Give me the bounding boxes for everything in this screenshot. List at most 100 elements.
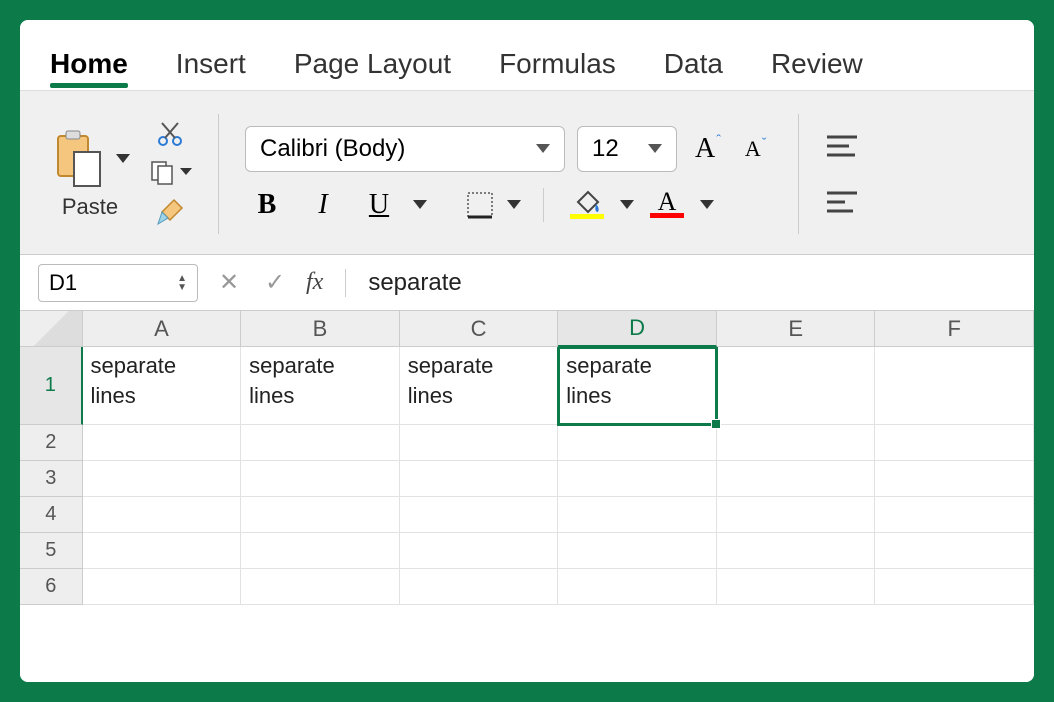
cell-D4[interactable] (558, 497, 717, 533)
underline-button[interactable]: U (357, 189, 401, 221)
name-box-spinner[interactable]: ▲▼ (177, 274, 187, 292)
name-box[interactable]: D1 ▲▼ (38, 264, 198, 302)
cell-C1[interactable]: separate lines (400, 347, 559, 425)
font-size-dropdown[interactable]: 12 (577, 126, 677, 172)
copy-icon (148, 158, 176, 186)
cell-D2[interactable] (558, 425, 717, 461)
col-header-B[interactable]: B (241, 311, 400, 347)
formula-divider (345, 269, 346, 297)
cell-B4[interactable] (241, 497, 400, 533)
chevron-down-icon[interactable] (700, 200, 714, 210)
cell-F6[interactable] (875, 569, 1034, 605)
cell-E6[interactable] (717, 569, 876, 605)
font-color-button[interactable]: A (646, 191, 688, 218)
chevron-down-icon[interactable] (413, 200, 427, 210)
cell-F3[interactable] (875, 461, 1034, 497)
align-top-button[interactable] (825, 133, 859, 159)
clipboard-mini-buttons (148, 120, 192, 228)
row-header-5[interactable]: 5 (20, 533, 83, 569)
cell-E5[interactable] (717, 533, 876, 569)
cell-A2[interactable] (83, 425, 242, 461)
cell-A5[interactable] (83, 533, 242, 569)
font-name-dropdown[interactable]: Calibri (Body) (245, 126, 565, 172)
font-group: Calibri (Body) 12 Aˆ Aˇ B I U (245, 126, 772, 222)
bold-button[interactable]: B (245, 189, 289, 221)
col-header-F[interactable]: F (875, 311, 1034, 347)
cell-A4[interactable] (83, 497, 242, 533)
col-header-A[interactable]: A (83, 311, 242, 347)
row-header-3[interactable]: 3 (20, 461, 83, 497)
cell-E3[interactable] (717, 461, 876, 497)
tab-formulas[interactable]: Formulas (499, 48, 616, 90)
cell-A6[interactable] (83, 569, 242, 605)
cell-C3[interactable] (400, 461, 559, 497)
excel-window: Home Insert Page Layout Formulas Data Re… (20, 20, 1034, 682)
tab-home[interactable]: Home (50, 48, 128, 90)
mini-divider (543, 188, 544, 222)
cell-B5[interactable] (241, 533, 400, 569)
chevron-down-icon[interactable] (620, 200, 634, 210)
format-painter-button[interactable] (154, 196, 186, 228)
cell-C5[interactable] (400, 533, 559, 569)
copy-button[interactable] (148, 158, 192, 186)
borders-icon (465, 190, 495, 220)
cancel-formula-button[interactable]: ✕ (214, 268, 244, 297)
cell-C6[interactable] (400, 569, 559, 605)
col-header-C[interactable]: C (400, 311, 559, 347)
cell-E4[interactable] (717, 497, 876, 533)
tab-page-layout[interactable]: Page Layout (294, 48, 451, 90)
cell-F4[interactable] (875, 497, 1034, 533)
cell-E1[interactable] (717, 347, 876, 425)
tab-review[interactable]: Review (771, 48, 863, 90)
cell-C2[interactable] (400, 425, 559, 461)
font-color-label: A (658, 191, 677, 213)
cell-E2[interactable] (717, 425, 876, 461)
paste-caret-icon[interactable] (116, 154, 130, 164)
cell-C4[interactable] (400, 497, 559, 533)
cell-F2[interactable] (875, 425, 1034, 461)
increase-font-label: A (695, 133, 715, 165)
group-divider (218, 114, 219, 234)
cell-A3[interactable] (83, 461, 242, 497)
tab-data[interactable]: Data (664, 48, 723, 90)
row-header-4[interactable]: 4 (20, 497, 83, 533)
col-header-D[interactable]: D (558, 311, 717, 347)
fx-label[interactable]: fx (306, 269, 323, 296)
row-header-1[interactable]: 1 (20, 347, 83, 425)
cell-B6[interactable] (241, 569, 400, 605)
tab-insert[interactable]: Insert (176, 48, 246, 90)
fill-handle[interactable] (711, 419, 721, 429)
chevron-down-icon[interactable] (507, 200, 521, 210)
increase-font-button[interactable]: Aˆ (689, 133, 727, 165)
cell-D5[interactable] (558, 533, 717, 569)
formula-input[interactable] (368, 269, 1016, 297)
paste-label: Paste (62, 194, 118, 220)
cell-B3[interactable] (241, 461, 400, 497)
cell-B1[interactable]: separate lines (241, 347, 400, 425)
decrease-font-label: A (745, 136, 761, 162)
confirm-formula-button[interactable]: ✓ (260, 268, 290, 297)
col-header-E[interactable]: E (717, 311, 876, 347)
cell-D3[interactable] (558, 461, 717, 497)
borders-button[interactable] (465, 190, 495, 220)
decrease-font-button[interactable]: Aˇ (739, 136, 773, 162)
italic-button[interactable]: I (301, 189, 345, 221)
select-all-corner[interactable] (20, 311, 83, 347)
cell-A1[interactable]: separate lines (83, 347, 242, 425)
cell-F1[interactable] (875, 347, 1034, 425)
font-size-value: 12 (592, 135, 619, 163)
paste-icon[interactable] (50, 128, 108, 190)
rows: 1 separate lines separate lines separate… (20, 347, 1034, 682)
name-box-value: D1 (49, 270, 77, 296)
cut-button[interactable] (156, 120, 184, 148)
cell-B2[interactable] (241, 425, 400, 461)
fill-color-button[interactable] (566, 190, 608, 219)
cell-D6[interactable] (558, 569, 717, 605)
cell-F5[interactable] (875, 533, 1034, 569)
row-header-6[interactable]: 6 (20, 569, 83, 605)
chevron-down-icon (648, 144, 662, 154)
row-6: 6 (20, 569, 1034, 605)
row-header-2[interactable]: 2 (20, 425, 83, 461)
cell-D1[interactable]: separate lines (558, 347, 717, 425)
align-left-button[interactable] (825, 189, 859, 215)
